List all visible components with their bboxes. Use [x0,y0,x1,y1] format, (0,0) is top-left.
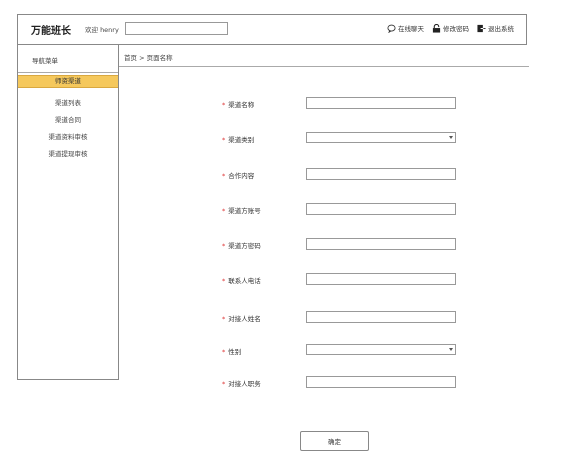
required-mark: * [222,207,226,215]
liaison-name-input[interactable] [306,311,456,323]
form-row-liaison-title: * 对接人职务 [0,376,565,390]
app-brand: 万能班长 [31,26,71,37]
field-label-channel-name: * 渠道名称 [222,99,254,109]
gender-select[interactable] [306,344,456,355]
header-input[interactable] [125,22,228,35]
form-row-liaison-name: * 对接人姓名 [0,311,565,325]
sidebar-item-teacher-channel[interactable]: 师资渠道 [18,75,118,88]
required-mark: * [222,101,226,109]
required-mark: * [222,315,226,323]
field-label-text: 渠道类别 [228,136,255,144]
required-mark: * [222,277,226,285]
required-mark: * [222,348,226,356]
field-label-liaison-title: * 对接人职务 [222,378,261,388]
field-label-text: 对接人职务 [228,380,261,388]
channel-account-input[interactable] [306,203,456,215]
header-actions: 在线聊天 修改密码 退出系统 [387,23,514,33]
content-divider [119,66,529,67]
field-label-liaison-name: * 对接人姓名 [222,313,261,323]
required-mark: * [222,136,226,144]
cooperation-content-input[interactable] [306,168,456,180]
online-chat-button[interactable]: 在线聊天 [387,23,424,33]
contact-phone-input[interactable] [306,273,456,285]
field-label-channel-account: * 渠道方账号 [222,205,261,215]
logout-button[interactable]: 退出系统 [477,23,514,33]
sidebar-divider [18,72,118,73]
online-chat-label: 在线聊天 [398,25,424,33]
chat-bubble-icon [387,24,396,33]
sidebar-item-withdrawal-review[interactable]: 渠道提现审核 [18,146,118,163]
field-label-text: 性别 [228,348,242,356]
form-row-channel-category: * 渠道类别 [0,132,565,146]
form-row-gender: * 性别 [0,344,565,358]
field-label-text: 对接人姓名 [228,315,261,323]
field-label-text: 联系人电话 [228,277,261,285]
field-label-text: 渠道名称 [228,101,255,109]
field-label-channel-category: * 渠道类别 [222,134,254,144]
required-mark: * [222,172,226,180]
channel-category-select[interactable] [306,132,456,143]
lock-icon [432,23,441,33]
breadcrumb: 首页 > 页面名称 [124,54,173,62]
field-label-text: 渠道方账号 [228,207,261,215]
change-password-button[interactable]: 修改密码 [432,23,469,33]
form-row-channel-password: * 渠道方密码 [0,238,565,252]
chevron-down-icon [449,348,453,351]
liaison-title-input[interactable] [306,376,456,388]
channel-password-input[interactable] [306,238,456,250]
chevron-down-icon [449,136,453,139]
field-label-text: 渠道方密码 [228,242,261,250]
required-mark: * [222,242,226,250]
welcome-text: 欢迎 henry [85,26,119,34]
sidebar-title: 导航菜单 [32,57,58,65]
top-bar: 万能班长 欢迎 henry 在线聊天 修改密码 退出系统 [17,14,527,45]
field-label-contact-phone: * 联系人电话 [222,275,261,285]
sidebar-item-channel-contract[interactable]: 渠道合同 [18,112,118,129]
form-row-channel-account: * 渠道方账号 [0,203,565,217]
required-mark: * [222,380,226,388]
confirm-button[interactable]: 确定 [300,431,369,451]
field-label-text: 合作内容 [228,172,255,180]
form-row-channel-name: * 渠道名称 [0,97,565,111]
change-password-label: 修改密码 [443,25,469,33]
channel-name-input[interactable] [306,97,456,109]
logout-icon [477,24,486,32]
field-label-gender: * 性别 [222,346,241,356]
field-label-cooperation-content: * 合作内容 [222,170,254,180]
form-row-contact-phone: * 联系人电话 [0,273,565,287]
logout-label: 退出系统 [488,25,514,33]
field-label-channel-password: * 渠道方密码 [222,240,261,250]
form-row-cooperation-content: * 合作内容 [0,168,565,182]
